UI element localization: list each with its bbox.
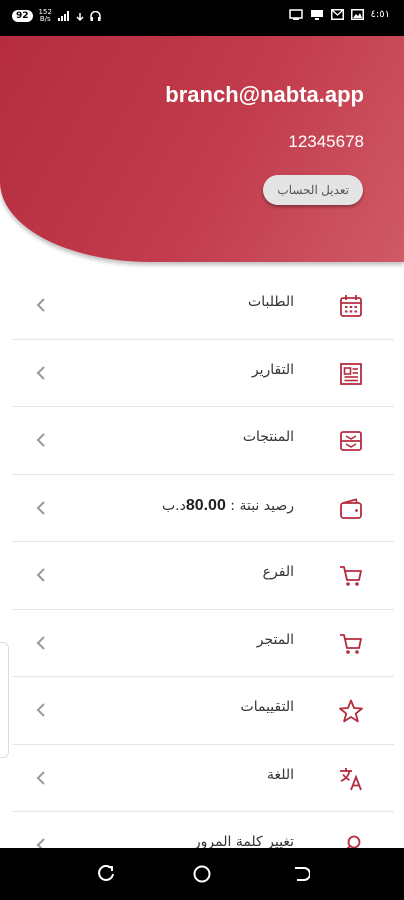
menu-item-wallet-balance[interactable]: رصيد نبتة : 80.00د.ب <box>12 475 394 542</box>
account-email: branch@nabta.app <box>165 82 364 107</box>
chevron-left-icon <box>36 635 45 650</box>
headset-icon <box>90 10 101 21</box>
edge-drawer-handle[interactable] <box>0 642 9 758</box>
status-left: 92 152 B/s <box>12 9 101 23</box>
balance-currency: د.ب <box>161 497 186 514</box>
balance-label: رصيد نبتة : <box>225 497 294 514</box>
signal-icon <box>57 11 69 21</box>
menu-item-label: رصيد نبتة : 80.00د.ب <box>162 497 294 515</box>
image-icon <box>350 9 364 20</box>
clock: ٤:٥١ <box>370 9 390 20</box>
wifi-icon <box>76 13 84 21</box>
net-speed-unit: B/s <box>39 15 51 23</box>
menu-item-label: المتجر <box>256 631 294 648</box>
inbox-icon <box>340 431 362 451</box>
chevron-left-icon <box>36 568 45 582</box>
translate-icon <box>340 767 362 790</box>
menu-item-orders[interactable]: الطلبات <box>12 272 394 340</box>
menu-item-store[interactable]: المتجر <box>12 610 394 677</box>
account-phone: 12345678 <box>288 132 364 151</box>
menu-item-label: اللغة <box>266 766 294 783</box>
menu-item-label: الطلبات <box>248 294 294 310</box>
tv-icon <box>310 10 323 20</box>
net-speed: 152 B/s <box>39 9 52 23</box>
chevron-left-icon <box>36 433 45 447</box>
menu-item-language[interactable]: اللغة <box>12 745 394 812</box>
notification-badge: 92 <box>12 10 33 22</box>
mail-icon <box>330 9 344 20</box>
chevron-left-icon <box>36 500 45 515</box>
status-right: ٤:٥١ <box>288 9 390 20</box>
cart-icon <box>340 566 362 586</box>
menu-item-label: التقارير <box>251 361 294 378</box>
status-bar: 92 152 B/s ٤:٥١ <box>0 0 404 36</box>
cart-icon <box>340 633 362 654</box>
chevron-left-icon <box>36 770 45 785</box>
back-icon[interactable] <box>290 864 310 884</box>
menu-item-label: التقييمات <box>240 699 294 715</box>
home-icon[interactable] <box>192 864 212 884</box>
balance-amount: 80.00 <box>185 496 226 514</box>
menu-item-label: الفرع <box>262 564 294 580</box>
menu-list: الطلبات التقارير المنتجات رصيد نبتة: 80… <box>12 272 394 880</box>
chevron-left-icon <box>36 703 45 717</box>
system-nav-bar <box>0 848 404 900</box>
calendar-icon <box>340 295 362 317</box>
profile-header: branch@nabta.app 12345678 تعديل الحساب <box>0 36 404 262</box>
recent-apps-icon[interactable] <box>96 864 116 884</box>
star-icon <box>339 699 363 723</box>
menu-item-ratings[interactable]: التقييمات <box>12 677 394 745</box>
menu-item-products[interactable]: المنتجات <box>12 407 394 475</box>
menu-item-branch[interactable]: الفرع <box>12 542 394 610</box>
chevron-left-icon <box>36 365 45 380</box>
cast-icon <box>288 9 303 20</box>
report-icon <box>340 362 362 385</box>
chevron-left-icon <box>36 298 45 312</box>
wallet-icon <box>340 497 362 519</box>
edit-account-button[interactable]: تعديل الحساب <box>263 175 363 205</box>
menu-item-reports[interactable]: التقارير <box>12 340 394 407</box>
menu-item-label: المنتجات <box>242 429 294 445</box>
